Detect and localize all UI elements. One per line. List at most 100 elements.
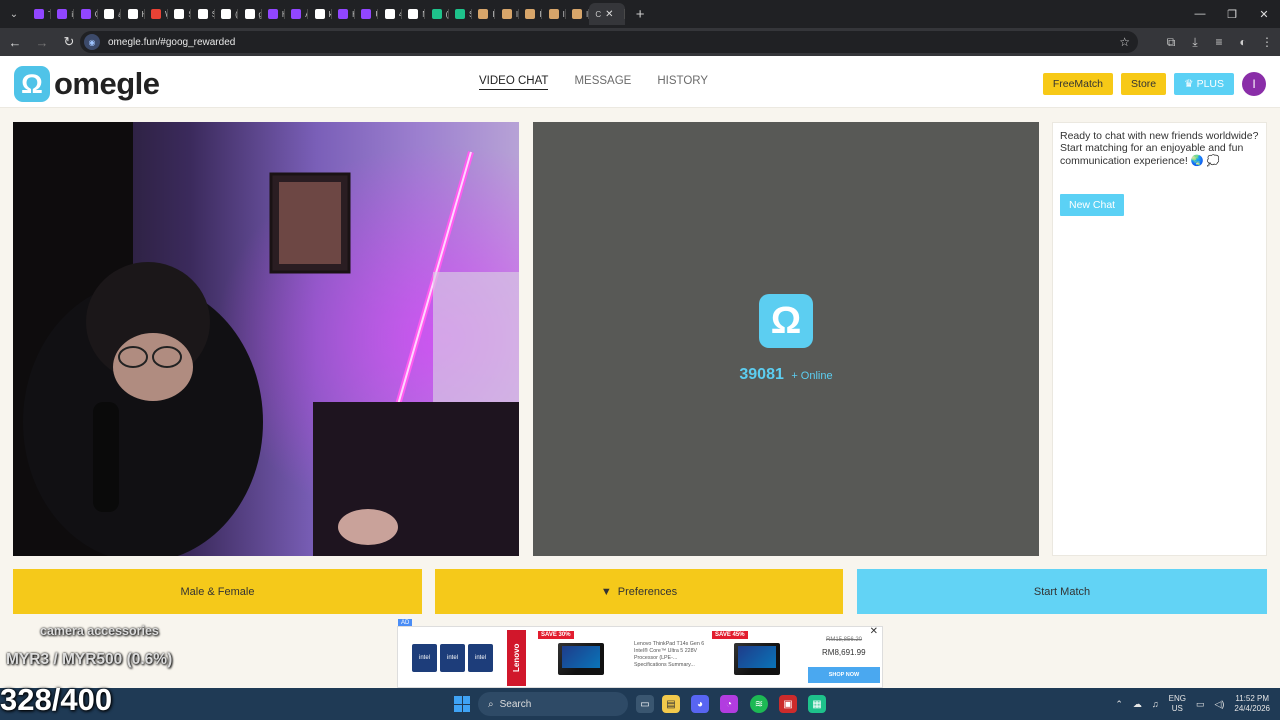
browser-tab[interactable]: Stre — [192, 3, 215, 25]
close-window-icon[interactable]: ✕ — [1248, 0, 1280, 28]
plus-button[interactable]: ♛ PLUS — [1174, 73, 1234, 95]
freematch-button[interactable]: FreeMatch — [1042, 73, 1114, 95]
tab-label: I — [539, 9, 542, 19]
streamlabs-icon[interactable]: ▦ — [808, 695, 826, 713]
tab-list: TwitiilxsOveaveHistWhStreStre(99gooHailA… — [28, 0, 589, 28]
tab-favicon-icon — [525, 9, 536, 19]
browser-tab[interactable]: I — [496, 3, 519, 25]
app-icon[interactable]: ▣ — [779, 695, 797, 713]
new-tab-icon[interactable]: + — [636, 6, 645, 23]
browser-tab[interactable]: I — [472, 3, 496, 25]
menu-icon[interactable]: ⋮ — [1260, 35, 1274, 49]
avatar[interactable]: I — [1242, 72, 1266, 96]
browser-tab[interactable]: Unt — [355, 3, 379, 25]
laptop-image — [734, 643, 780, 675]
browser-tab[interactable]: 45u — [379, 3, 402, 25]
file-explorer-icon[interactable]: ▤ — [662, 695, 680, 713]
app-icon[interactable]: ◔ — [720, 695, 738, 713]
omegle-logo[interactable]: Ω omegle — [14, 66, 160, 102]
nav-video-chat[interactable]: VIDEO CHAT — [479, 75, 549, 90]
new-chat-button[interactable]: New Chat — [1060, 194, 1125, 216]
url-text[interactable]: omegle.fun/#goog_rewarded — [108, 37, 235, 48]
tab-favicon-icon — [408, 9, 419, 19]
shop-now-button[interactable]: SHOP NOW — [808, 667, 880, 683]
volume-icon[interactable]: ◁) — [1214, 699, 1224, 710]
nav-history[interactable]: HISTORY — [657, 75, 708, 90]
browser-tab[interactable]: ave — [98, 3, 122, 25]
address-bar[interactable]: ◉ omegle.fun/#goog_rewarded ☆ — [80, 31, 1138, 53]
language-indicator[interactable]: ENG US — [1169, 694, 1186, 714]
clock-time: 11:52 PM — [1235, 694, 1270, 703]
lenovo-logo: Lenovo — [507, 630, 526, 686]
spotify-icon[interactable]: ≋ — [750, 695, 768, 713]
browser-tab[interactable]: iilxs — [51, 3, 75, 25]
stream-goal-amount: MYR3 / MYR500 (0.6%) — [6, 651, 173, 668]
browser-tab[interactable]: Hail — [332, 3, 356, 25]
toolbar-icons: ⧉ ⤓ ≡ ◐ ⋮ — [1164, 28, 1274, 56]
welcome-message: Ready to chat with new friends worldwide… — [1060, 130, 1259, 167]
network-icon[interactable]: ▭ — [1196, 699, 1205, 710]
browser-tab[interactable]: Stre — [449, 3, 473, 25]
store-button[interactable]: Store — [1121, 73, 1167, 95]
back-icon[interactable]: ← — [3, 30, 27, 54]
browser-tab[interactable]: Acc — [285, 3, 309, 25]
profile-icon[interactable]: ◐ — [1236, 35, 1250, 49]
browser-tab[interactable]: Twit — [28, 3, 51, 25]
tab-label: I — [515, 9, 519, 19]
tab-favicon-icon — [548, 9, 559, 19]
browser-tab[interactable]: goo — [239, 3, 262, 25]
browser-tab[interactable]: Stre — [168, 3, 192, 25]
windows-start-icon[interactable] — [454, 696, 470, 712]
active-tab[interactable]: C ✕ — [589, 3, 626, 25]
browser-tab[interactable]: I — [519, 3, 543, 25]
browser-tab[interactable]: (99 — [215, 3, 239, 25]
browser-tab[interactable]: kot — [309, 3, 332, 25]
mic-icon[interactable]: ♫ — [1152, 699, 1159, 709]
stranger-video-view: Ω 39081 + Online — [533, 122, 1039, 556]
bookmark-star-icon[interactable]: ☆ — [1119, 35, 1130, 49]
browser-tab[interactable]: Ove — [75, 3, 98, 25]
browser-tab[interactable]: New — [402, 3, 426, 25]
extensions-icon[interactable]: ⧉ — [1164, 35, 1178, 50]
minimize-icon[interactable]: — — [1184, 0, 1216, 28]
ad-banner[interactable]: ✕ intel intel intel Lenovo SAVE 30% Leno… — [397, 626, 883, 688]
start-match-label: Start Match — [1033, 585, 1091, 598]
download-icon[interactable]: ⤓ — [1188, 35, 1202, 50]
close-tab-icon[interactable]: ✕ — [605, 9, 613, 20]
browser-tab[interactable]: Wh — [145, 3, 168, 25]
clock[interactable]: 11:52 PM 24/4/2026 — [1234, 694, 1270, 714]
reload-icon[interactable]: ↻ — [57, 30, 81, 54]
tab-search-chevron-icon[interactable]: ⌄ — [0, 0, 28, 28]
save-badge-2: SAVE 45% — [712, 631, 748, 639]
ad-close-icon[interactable]: ✕ — [870, 626, 878, 637]
stream-goal-counter: 328/400 — [0, 682, 113, 717]
cloud-icon[interactable]: ☁ — [1133, 699, 1142, 710]
taskbar-search-label: Search — [499, 698, 532, 710]
browser-tab[interactable]: Hail — [262, 3, 285, 25]
browser-tab[interactable]: Hist — [122, 3, 145, 25]
clock-date: 24/4/2026 — [1234, 704, 1270, 713]
start-match-button[interactable]: Start Match — [857, 569, 1267, 614]
maximize-icon[interactable]: ❐ — [1216, 0, 1248, 28]
taskbar-search[interactable]: ⌕ Search — [478, 692, 628, 716]
forward-icon[interactable]: → — [30, 30, 54, 54]
discord-icon[interactable]: ◕ — [691, 695, 709, 713]
nav-message[interactable]: MESSAGE — [574, 75, 631, 90]
task-view-icon[interactable]: ▭ — [636, 695, 654, 713]
browser-tab[interactable]: I — [543, 3, 566, 25]
search-icon: ⌕ — [488, 698, 494, 710]
browser-tab[interactable]: I — [566, 3, 589, 25]
tab-favicon-icon — [431, 9, 442, 19]
gender-filter-button[interactable]: Male & Female — [13, 569, 422, 614]
intel-badge-icon: intel — [412, 644, 437, 672]
browser-tab[interactable]: (74) — [426, 3, 449, 25]
plus-label: PLUS — [1196, 78, 1224, 90]
main-nav: VIDEO CHAT MESSAGE HISTORY — [479, 75, 708, 90]
media-icon[interactable]: ≡ — [1212, 35, 1226, 49]
tab-favicon-icon — [361, 9, 372, 19]
site-info-icon[interactable]: ◉ — [84, 34, 100, 50]
chat-panel: Ready to chat with new friends worldwide… — [1052, 122, 1267, 556]
ad-description: Lenovo ThinkPad T14s Gen 6 Intel® Core™ … — [634, 641, 705, 668]
preferences-button[interactable]: ▼ Preferences — [435, 569, 843, 614]
tray-chevron-icon[interactable]: ⌃ — [1115, 699, 1123, 710]
